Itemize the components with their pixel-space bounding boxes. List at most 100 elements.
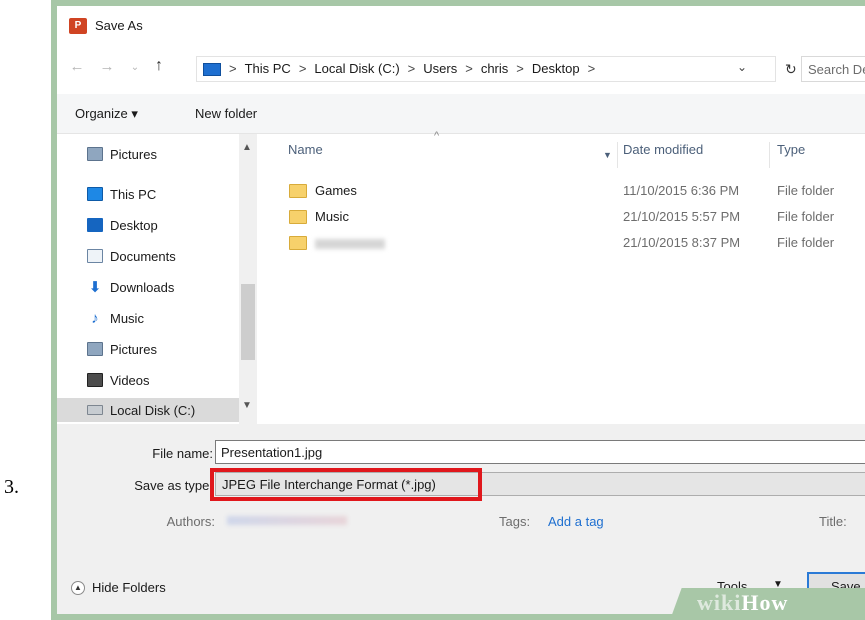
nav-item-local-disk[interactable]: Local Disk (C:): [57, 398, 239, 422]
file-name: Games: [315, 183, 357, 198]
window-title: Save As: [95, 18, 143, 33]
nav-item-desktop[interactable]: Desktop: [87, 213, 158, 237]
breadcrumb-separator: >: [465, 61, 473, 76]
breadcrumb-this-pc[interactable]: This PC: [245, 61, 291, 76]
hide-folders-button[interactable]: ▲ Hide Folders: [71, 580, 166, 595]
organize-button[interactable]: Organize ▾: [75, 106, 138, 122]
wikihow-watermark: wikiHow: [697, 590, 788, 616]
refresh-icon[interactable]: ↻: [785, 61, 797, 78]
save-as-type-label: Save as type:: [134, 478, 213, 493]
nav-item-label: Videos: [110, 372, 150, 388]
blurred-author-value[interactable]: [227, 516, 347, 525]
back-arrow-icon[interactable]: ←: [69, 58, 85, 75]
file-name-label: File name:: [152, 446, 213, 461]
nav-item-label: Documents: [110, 248, 176, 264]
file-date: 11/10/2015 6:36 PM: [623, 183, 740, 198]
powerpoint-icon: P: [69, 18, 87, 34]
chevron-down-icon[interactable]: ▼: [242, 400, 252, 411]
tags-label: Tags:: [499, 514, 531, 529]
file-type: File folder: [777, 209, 835, 224]
breadcrumb-desktop[interactable]: Desktop: [532, 61, 580, 76]
column-name-label: Name: [288, 142, 323, 157]
file-type: File folder: [777, 235, 835, 250]
pictures-icon: [87, 147, 103, 161]
search-placeholder: Search De: [808, 62, 865, 77]
file-row[interactable]: Games 11/10/2015 6:36 PM File folder: [287, 181, 865, 205]
local-disk-icon: [87, 405, 103, 415]
watermark-suffix: How: [741, 590, 789, 615]
chevron-down-icon[interactable]: ⌄: [737, 60, 747, 74]
music-icon: ♪: [91, 309, 99, 327]
watermark-prefix: wiki: [697, 590, 742, 615]
nav-item-label: Downloads: [110, 279, 175, 295]
breadcrumb-separator: >: [407, 61, 416, 76]
address-box[interactable]: > This PC > Local Disk (C:) > Users > ch…: [196, 56, 776, 82]
scrollbar-thumb[interactable]: [241, 284, 255, 360]
file-type: File folder: [777, 183, 835, 198]
sort-ascending-icon: ^: [434, 130, 440, 142]
column-header-type[interactable]: Type: [777, 142, 805, 168]
nav-item-downloads[interactable]: ⬇ Downloads: [87, 275, 175, 299]
column-type-label: Type: [777, 142, 806, 157]
videos-icon: [87, 373, 103, 387]
file-name: Music: [315, 209, 349, 224]
blurred-file-name: [315, 239, 385, 249]
nav-item-label: Desktop: [110, 217, 158, 233]
file-list: Name ^ ▼ Date modified Type Games 11/10/…: [257, 130, 865, 424]
step-number: 3.: [4, 476, 19, 498]
column-divider[interactable]: [617, 142, 618, 168]
folder-icon: [289, 184, 307, 198]
nav-item-label: Pictures: [110, 341, 157, 357]
nav-item-label: Local Disk (C:): [110, 402, 196, 418]
folder-icon: [289, 236, 307, 250]
breadcrumb-separator: >: [516, 61, 524, 76]
chevron-down-icon[interactable]: ▼: [603, 150, 612, 160]
nav-item-documents[interactable]: Documents: [87, 244, 176, 268]
nav-item-label: Pictures: [110, 146, 157, 162]
title-label: Title:: [819, 514, 847, 529]
navigation-pane: Pictures This PC Desktop Documents ⬇ Dow…: [57, 134, 257, 424]
chevron-up-icon: ▲: [71, 580, 85, 595]
forward-arrow-icon[interactable]: →: [99, 58, 115, 75]
breadcrumb: > This PC > Local Disk (C:) > Users > ch…: [229, 61, 595, 76]
column-header-date[interactable]: Date modified: [623, 142, 703, 168]
nav-item-label: Music: [110, 310, 144, 326]
recent-locations-icon[interactable]: ⌄: [127, 62, 143, 73]
nav-item-music[interactable]: ♪ Music: [87, 306, 144, 330]
nav-item-label: This PC: [110, 186, 157, 202]
breadcrumb-local-disk[interactable]: Local Disk (C:): [314, 61, 399, 76]
search-input[interactable]: Search De: [801, 56, 865, 82]
column-date-label: Date modified: [623, 142, 704, 157]
nav-item-pictures[interactable]: Pictures: [87, 142, 157, 166]
column-divider[interactable]: [769, 142, 770, 168]
save-as-dialog: P Save As ← → ⌄ ↑ > This PC > Local Disk…: [51, 0, 865, 620]
column-header-name[interactable]: Name: [288, 142, 323, 168]
title-bar: P Save As: [57, 6, 865, 42]
add-tag-link[interactable]: Add a tag: [548, 514, 604, 529]
nav-item-pictures[interactable]: Pictures: [87, 337, 157, 361]
authors-label: Authors:: [166, 514, 215, 529]
new-folder-button[interactable]: New folder: [195, 106, 257, 121]
nav-item-this-pc[interactable]: This PC: [87, 182, 156, 206]
command-toolbar: Organize ▾ New folder: [57, 94, 865, 134]
nav-scrollbar[interactable]: ▲ ▼: [239, 134, 257, 424]
breadcrumb-separator: >: [587, 61, 596, 76]
file-date: 21/10/2015 8:37 PM: [623, 235, 741, 250]
breadcrumb-chris[interactable]: chris: [481, 61, 508, 76]
breadcrumb-users[interactable]: Users: [423, 61, 457, 76]
up-arrow-icon[interactable]: ↑: [151, 57, 167, 75]
nav-item-videos[interactable]: Videos: [87, 368, 150, 392]
documents-icon: [87, 249, 103, 263]
chevron-up-icon[interactable]: ▲: [242, 142, 252, 153]
this-pc-icon: [87, 187, 103, 201]
pictures-icon: [87, 342, 103, 356]
file-row[interactable]: 21/10/2015 8:37 PM File folder: [287, 233, 865, 257]
this-pc-icon: [203, 63, 221, 76]
address-bar-row: ← → ⌄ ↑ > This PC > Local Disk (C:) > Us…: [57, 52, 865, 86]
breadcrumb-separator: >: [298, 61, 307, 76]
file-row[interactable]: Music 21/10/2015 5:57 PM File folder: [287, 207, 865, 231]
hide-folders-label: Hide Folders: [92, 580, 166, 595]
file-name-field[interactable]: [215, 440, 865, 464]
highlight-box: [210, 468, 482, 501]
desktop-icon: [87, 218, 103, 232]
